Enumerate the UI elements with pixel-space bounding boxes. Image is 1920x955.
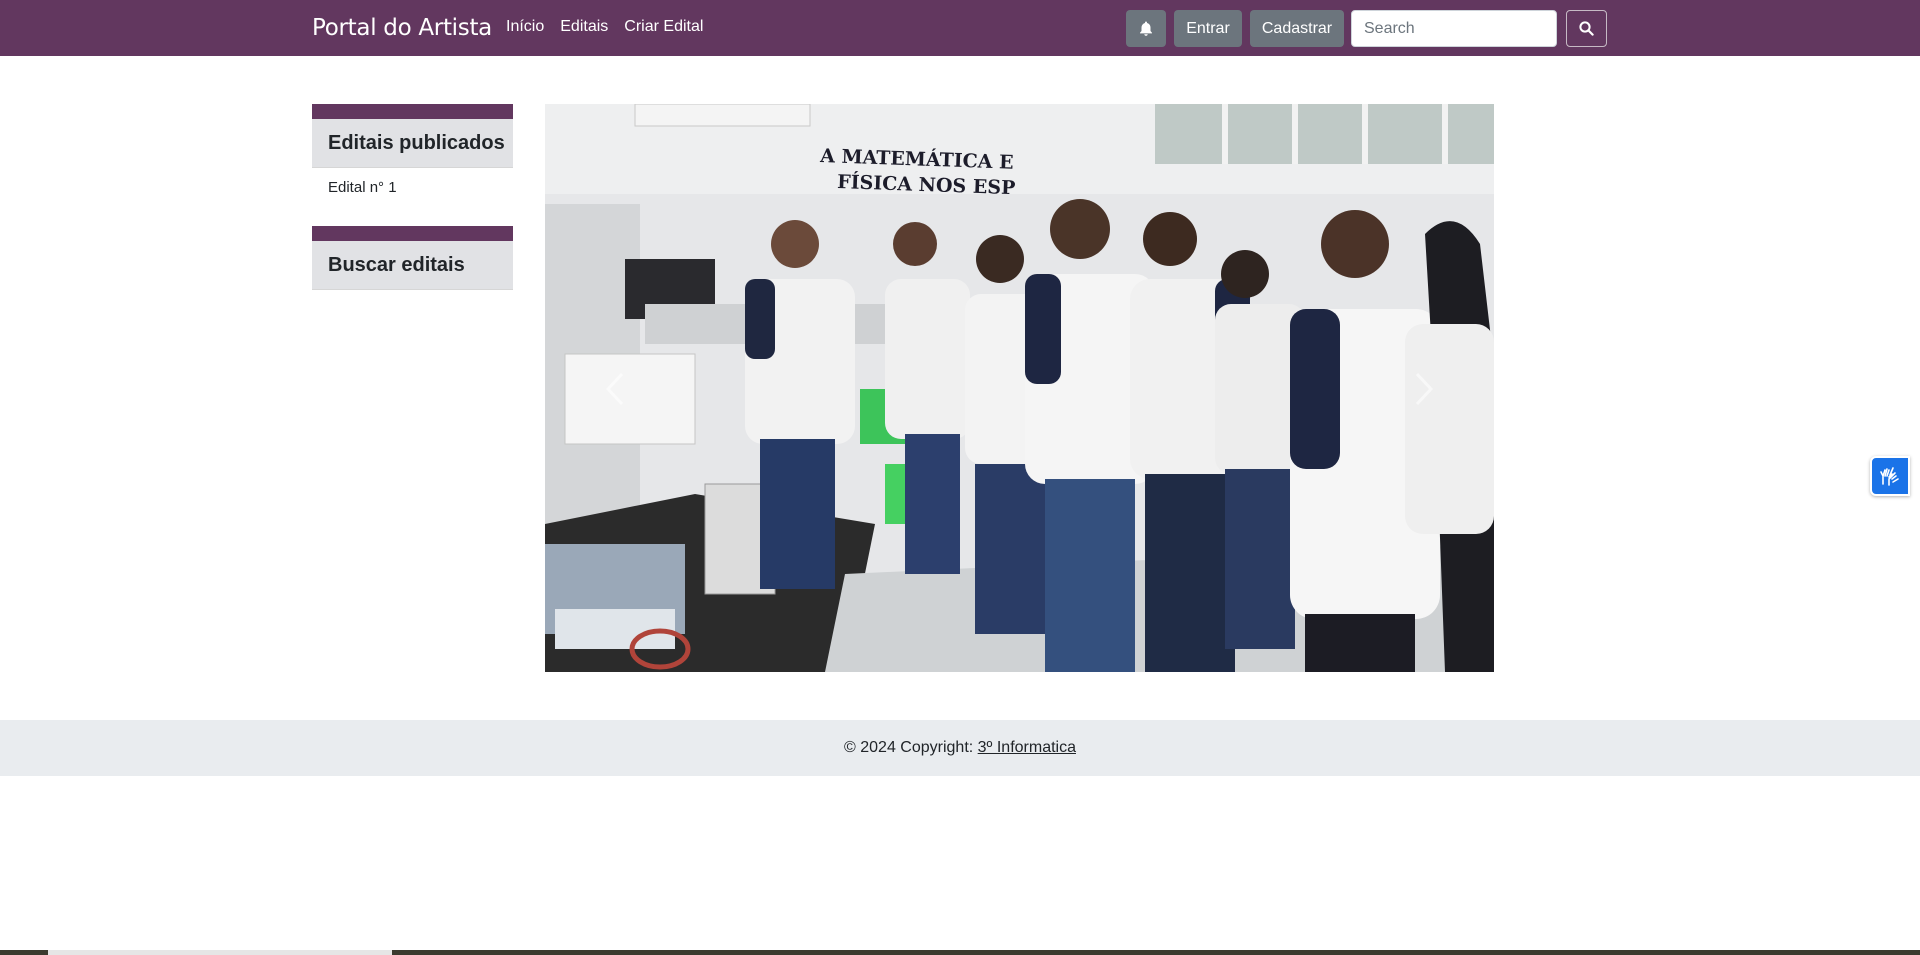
carousel-prev-button[interactable] bbox=[585, 344, 645, 434]
search-button[interactable] bbox=[1566, 10, 1607, 47]
nav-links: Início Editais Criar Edital bbox=[506, 18, 719, 36]
chevron-right-icon bbox=[1415, 372, 1434, 406]
nav-link-editais[interactable]: Editais bbox=[560, 18, 608, 36]
nav-link-criar-edital[interactable]: Criar Edital bbox=[624, 18, 703, 36]
card-accent-bar bbox=[312, 226, 513, 241]
search-input[interactable] bbox=[1351, 10, 1557, 47]
published-editais-title: Editais publicados bbox=[312, 119, 513, 168]
bottom-strip-segment bbox=[48, 950, 392, 955]
login-button[interactable]: Entrar bbox=[1174, 10, 1242, 47]
carousel-photo: A MATEMÁTICA E FÍSICA NOS ESP bbox=[545, 104, 1494, 672]
card-accent-bar bbox=[312, 104, 513, 119]
search-icon bbox=[1579, 21, 1594, 36]
footer-copyright: © 2024 Copyright: bbox=[844, 739, 978, 756]
image-carousel: A MATEMÁTICA E FÍSICA NOS ESP bbox=[545, 104, 1494, 672]
search-editais-title[interactable]: Buscar editais bbox=[312, 241, 513, 290]
brand-logo[interactable]: Portal do Artista bbox=[312, 13, 492, 43]
published-editais-list: Edital n° 1 bbox=[312, 168, 513, 207]
search-editais-card: Buscar editais bbox=[312, 226, 513, 290]
footer-link[interactable]: 3º Informatica bbox=[978, 739, 1076, 757]
top-navbar: Portal do Artista Início Editais Criar E… bbox=[0, 0, 1920, 56]
carousel-next-button[interactable] bbox=[1394, 344, 1454, 434]
bottom-strip bbox=[0, 950, 1920, 955]
chevron-left-icon bbox=[605, 372, 624, 406]
notifications-button[interactable] bbox=[1126, 10, 1166, 47]
register-button[interactable]: Cadastrar bbox=[1250, 10, 1344, 47]
sign-language-hands-icon bbox=[1880, 467, 1899, 486]
nav-link-inicio[interactable]: Início bbox=[506, 18, 544, 36]
edital-link[interactable]: Edital n° 1 bbox=[328, 179, 497, 196]
page-footer: © 2024 Copyright: 3º Informatica bbox=[0, 720, 1920, 776]
vlibras-accessibility-button[interactable] bbox=[1870, 456, 1910, 496]
bell-icon bbox=[1140, 21, 1152, 36]
published-editais-card: Editais publicados Edital n° 1 bbox=[312, 104, 513, 207]
brand-text: Portal do Artista bbox=[312, 15, 492, 41]
